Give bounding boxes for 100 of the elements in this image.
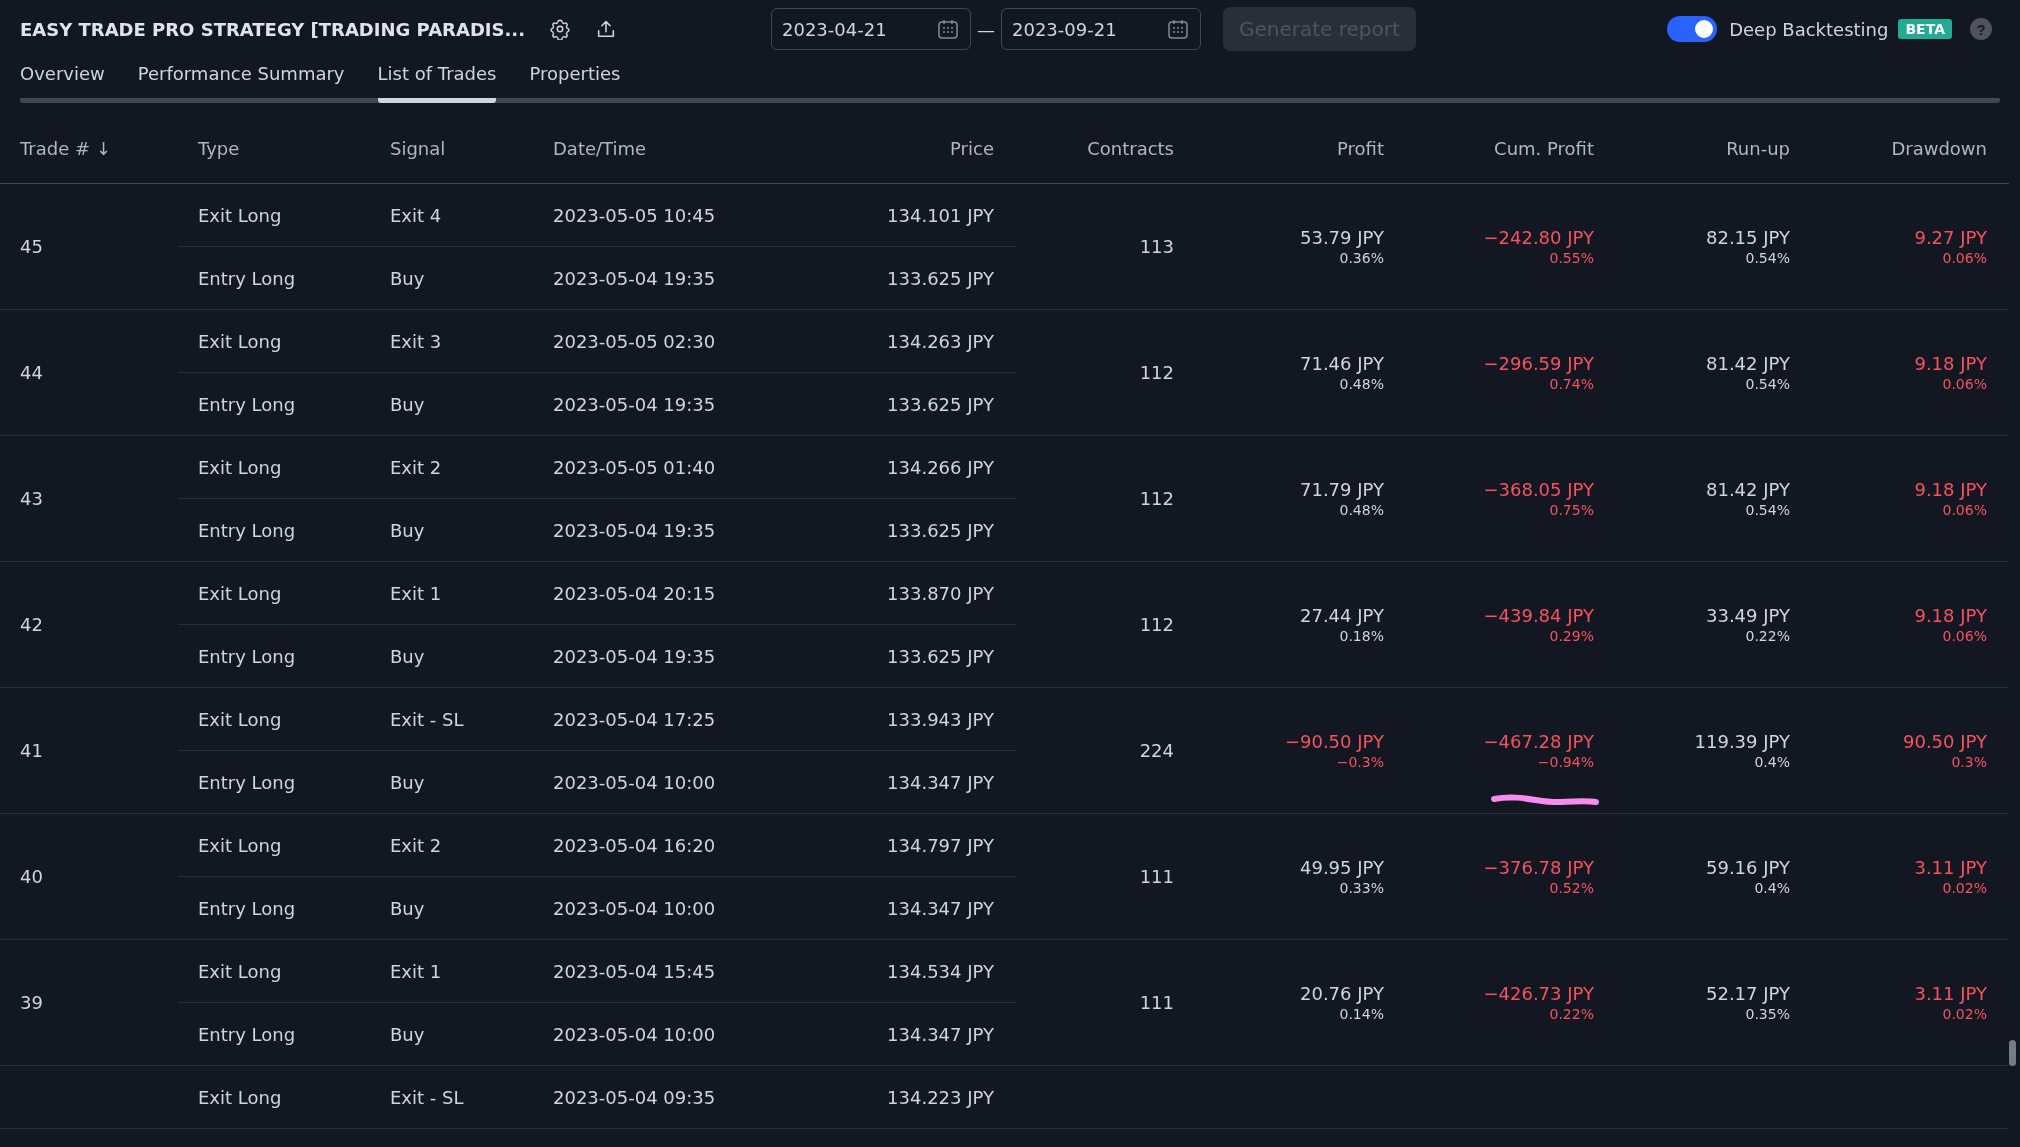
scrollbar-thumb[interactable]: [2009, 1040, 2016, 1066]
percent-value: 0.55%: [1549, 250, 1594, 266]
trade-number: 41: [20, 740, 43, 761]
trade-signal: Exit 1: [390, 582, 443, 604]
settings-icon[interactable]: [549, 18, 571, 40]
trade-type: Entry Long: [198, 771, 297, 793]
amount-value: 49.95 JPY: [1300, 857, 1384, 878]
start-date-field[interactable]: 2023-04-21: [771, 8, 971, 50]
trade-price: 134.347 JPY: [887, 897, 994, 919]
column-header[interactable]: Price: [950, 137, 994, 159]
tab[interactable]: Performance Summary: [137, 58, 345, 103]
trade-signal: Buy: [390, 897, 426, 919]
column-header[interactable]: Drawdown: [1891, 137, 1987, 159]
trade-type: Exit Long: [198, 708, 283, 730]
trade-datetime: 2023-05-04 20:15: [553, 582, 717, 604]
trade-type: Entry Long: [198, 645, 297, 667]
trade-price: 134.266 JPY: [887, 456, 994, 478]
percent-value: 0.14%: [1339, 1006, 1384, 1022]
trade-datetime: 2023-05-04 16:20: [553, 834, 717, 856]
percent-value: −0.94%: [1537, 754, 1594, 770]
contracts-value: 224: [1139, 740, 1174, 761]
trade-price: 133.625 JPY: [887, 519, 994, 541]
contracts-value: 112: [1139, 488, 1174, 509]
amount-value: 3.11 JPY: [1914, 983, 1987, 1004]
trade-signal: Exit - SL: [390, 708, 465, 730]
amount-value: −439.84 JPY: [1483, 605, 1594, 626]
percent-value: 0.29%: [1549, 628, 1594, 644]
percent-value: 0.06%: [1942, 502, 1987, 518]
trade-number: 44: [20, 362, 43, 383]
sort-icon[interactable]: ↓: [96, 137, 112, 159]
trade-signal: Exit 2: [390, 834, 443, 856]
column-header[interactable]: Profit: [1337, 137, 1384, 159]
column-header[interactable]: Contracts: [1087, 137, 1174, 159]
trade-number: 42: [20, 614, 43, 635]
trade-type: Exit Long: [198, 960, 283, 982]
percent-value: 0.48%: [1339, 376, 1384, 392]
trade-signal: Exit 4: [390, 204, 443, 226]
amount-value: 82.15 JPY: [1706, 227, 1790, 248]
column-header[interactable]: Type: [198, 137, 390, 159]
trade-signal: Buy: [390, 393, 426, 415]
amount-value: −242.80 JPY: [1483, 227, 1594, 248]
percent-value: 0.54%: [1745, 502, 1790, 518]
trade-signal: Exit 3: [390, 330, 443, 352]
trade-price: 133.625 JPY: [887, 393, 994, 415]
amount-value: 52.17 JPY: [1706, 983, 1790, 1004]
percent-value: 0.4%: [1754, 880, 1790, 896]
trade-datetime: 2023-05-04 19:35: [553, 645, 717, 667]
amount-value: −426.73 JPY: [1483, 983, 1594, 1004]
amount-value: 90.50 JPY: [1903, 731, 1987, 752]
percent-value: 0.18%: [1339, 628, 1384, 644]
deep-backtesting-toggle[interactable]: [1667, 16, 1718, 42]
strategy-title: EASY TRADE PRO STRATEGY [TRADING PARADIS...: [20, 18, 525, 40]
deep-backtesting-label: Deep Backtesting: [1729, 18, 1889, 40]
percent-value: 0.36%: [1339, 250, 1384, 266]
amount-value: 53.79 JPY: [1300, 227, 1384, 248]
tab[interactable]: Properties: [529, 58, 621, 103]
percent-value: 0.3%: [1951, 754, 1987, 770]
tab[interactable]: Overview: [20, 58, 105, 103]
trade-type: Exit Long: [198, 1086, 283, 1108]
column-header[interactable]: Cum. Profit: [1494, 137, 1594, 159]
percent-value: 0.02%: [1942, 1006, 1987, 1022]
trade-signal: Buy: [390, 1023, 426, 1045]
column-header[interactable]: Trade #: [20, 137, 91, 159]
contracts-value: 112: [1139, 362, 1174, 383]
percent-value: 0.06%: [1942, 628, 1987, 644]
trade-type: Entry Long: [198, 393, 297, 415]
percent-value: 0.54%: [1745, 250, 1790, 266]
trade-price: 133.943 JPY: [887, 708, 994, 730]
trade-datetime: 2023-05-04 17:25: [553, 708, 717, 730]
percent-value: 0.4%: [1754, 754, 1790, 770]
upload-icon[interactable]: [595, 18, 617, 40]
trade-number: 43: [20, 488, 43, 509]
amount-value: 59.16 JPY: [1706, 857, 1790, 878]
amount-value: 9.18 JPY: [1914, 605, 1987, 626]
amount-value: 33.49 JPY: [1706, 605, 1790, 626]
trade-price: 133.625 JPY: [887, 645, 994, 667]
amount-value: 3.11 JPY: [1914, 857, 1987, 878]
end-date-field[interactable]: 2023-09-21: [1001, 8, 1201, 50]
trade-type: Entry Long: [198, 1023, 297, 1045]
beta-badge: BETA: [1898, 19, 1952, 39]
amount-value: 9.18 JPY: [1914, 353, 1987, 374]
percent-value: 0.06%: [1942, 250, 1987, 266]
amount-value: 71.79 JPY: [1300, 479, 1384, 500]
trade-price: 134.101 JPY: [887, 204, 994, 226]
column-header[interactable]: Run-up: [1726, 137, 1790, 159]
amount-value: 81.42 JPY: [1706, 353, 1790, 374]
trade-type: Exit Long: [198, 456, 283, 478]
trade-type: Exit Long: [198, 330, 283, 352]
percent-value: 0.52%: [1549, 880, 1594, 896]
trade-signal: Exit - SL: [390, 1086, 465, 1108]
contracts-value: 112: [1139, 614, 1174, 635]
percent-value: 0.35%: [1745, 1006, 1790, 1022]
tab[interactable]: List of Trades: [377, 58, 497, 103]
trade-signal: Buy: [390, 519, 426, 541]
trade-type: Exit Long: [198, 582, 283, 604]
column-header[interactable]: Signal: [390, 137, 553, 159]
column-header[interactable]: Date/Time: [553, 137, 793, 159]
trade-price: 134.347 JPY: [887, 771, 994, 793]
amount-value: 20.76 JPY: [1300, 983, 1384, 1004]
trade-datetime: 2023-05-05 10:45: [553, 204, 717, 226]
